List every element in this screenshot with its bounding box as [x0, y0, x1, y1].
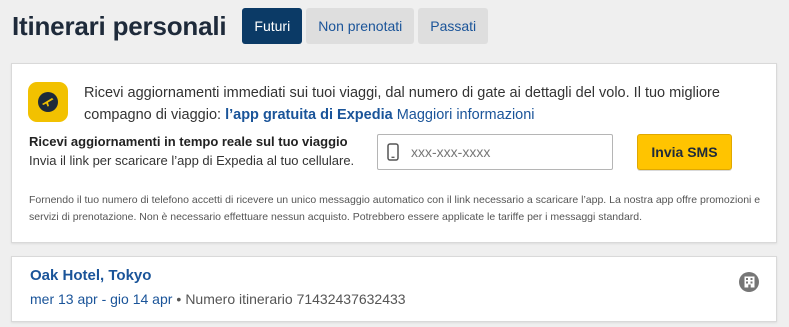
trip-details: mer 13 apr - gio 14 apr • Numero itinerari…: [30, 291, 406, 307]
disclaimer-text: Fornendo il tuo numero di telefono accet…: [29, 194, 761, 223]
trip-title[interactable]: Oak Hotel, Tokyo: [30, 267, 151, 284]
phone-icon: [387, 143, 399, 161]
app-link[interactable]: l’app gratuita di Expedia: [225, 107, 393, 123]
page-header: Itinerari personali Futuri Non prenotati…: [12, 8, 492, 44]
expedia-app-icon: [28, 82, 68, 122]
app-promo-card: Ricevi aggiornamenti immediati sui tuoi …: [11, 63, 777, 243]
itinerary-number: Numero itinerario 71432437632433: [185, 291, 406, 307]
page-title: Itinerari personali: [12, 11, 227, 41]
sms-subtitle: Invia il link per scaricare l’app di Exp…: [29, 153, 355, 168]
more-info-link[interactable]: Maggiori informazioni: [397, 107, 535, 123]
tab-passati[interactable]: Passati: [418, 8, 489, 44]
tab-futuri[interactable]: Futuri: [242, 8, 303, 44]
phone-field[interactable]: [377, 134, 613, 170]
send-sms-button[interactable]: Invia SMS: [637, 134, 732, 170]
sms-title: Ricevi aggiornamenti in tempo reale sul …: [29, 134, 348, 149]
trip-card[interactable]: Oak Hotel, Tokyo mer 13 apr - gio 14 apr…: [11, 256, 777, 322]
promo-description: Ricevi aggiornamenti immediati sui tuoi …: [84, 82, 764, 126]
trip-separator: •: [176, 291, 182, 307]
tab-non-prenotati[interactable]: Non prenotati: [306, 8, 415, 44]
phone-input[interactable]: [411, 144, 581, 160]
trip-dates: mer 13 apr - gio 14 apr: [30, 291, 173, 307]
hotel-icon: [739, 272, 759, 292]
